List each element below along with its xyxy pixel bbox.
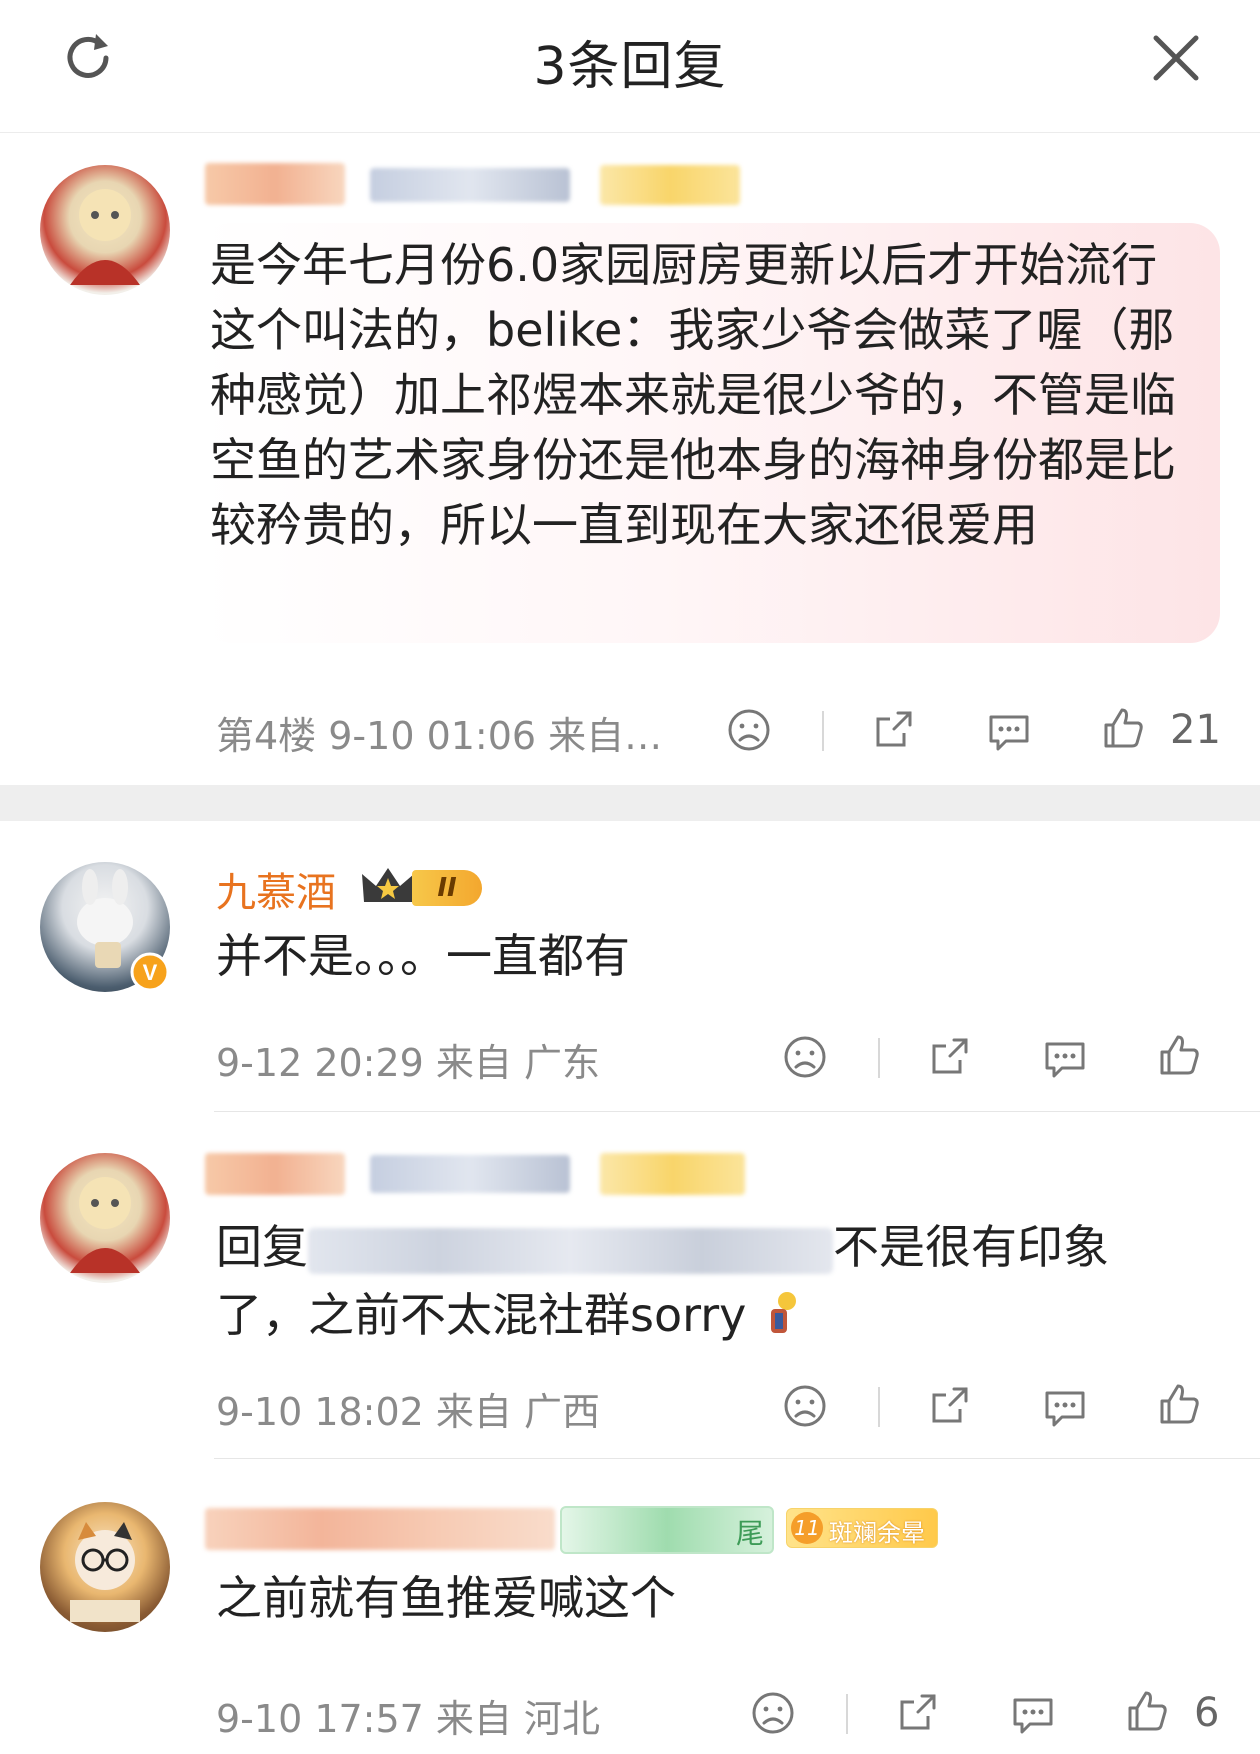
username-blurred[interactable] — [205, 163, 345, 205]
thumbs-up-icon[interactable] — [1156, 1032, 1202, 1078]
comment-meta: 第4楼 9-10 01:06 来自… — [216, 714, 663, 758]
divider — [214, 1458, 1260, 1459]
level-badge: 11 斑斓余晕 — [786, 1508, 938, 1548]
comment-icon[interactable] — [1042, 1385, 1088, 1431]
reply-text: 之前就有鱼推爱喊这个 — [216, 1571, 676, 1625]
reply-prefix: 回复 — [216, 1220, 308, 1274]
separator — [878, 1038, 880, 1078]
svg-text:V: V — [143, 960, 158, 985]
separator — [846, 1694, 848, 1734]
badge-blurred — [600, 1153, 745, 1195]
username-blurred[interactable] — [205, 1508, 555, 1550]
list-item: 回复 不是很有印象了，之前不太混社群sorry 9-10 18:02 来自 广西 — [0, 1113, 1260, 1459]
reply-meta: 9-12 20:29 来自 广东 — [216, 1041, 600, 1085]
emoji-icon — [770, 1292, 796, 1333]
sad-face-icon[interactable] — [726, 707, 772, 753]
username[interactable]: 九慕酒 — [216, 860, 336, 918]
sad-face-icon[interactable] — [750, 1690, 796, 1736]
badge-blurred — [370, 1155, 570, 1193]
comment-icon[interactable] — [1010, 1692, 1056, 1738]
mention-blurred[interactable] — [308, 1227, 833, 1274]
fan-badge-suffix: 尾 — [735, 1517, 764, 1550]
level-badge-label: 斑斓余晕 — [829, 1519, 925, 1547]
comment-text: 是今年七月份6.0家园厨房更新以后才开始流行这个叫法的，belike：我家少爷会… — [210, 238, 1176, 552]
divider — [214, 1111, 1260, 1112]
level-badge: II — [412, 870, 482, 906]
reply-meta: 9-10 17:57 来自 河北 — [216, 1697, 600, 1741]
share-icon[interactable] — [926, 1034, 972, 1080]
crown-icon — [362, 868, 414, 902]
avatar[interactable] — [40, 1502, 170, 1632]
separator — [822, 711, 824, 751]
like-count: 21 — [1170, 707, 1221, 753]
reply-text: 并不是。。。一直都有 — [216, 929, 630, 983]
top-bar: 3条回复 — [0, 0, 1260, 133]
comment-icon[interactable] — [1042, 1036, 1088, 1082]
avatar[interactable] — [40, 1153, 170, 1283]
thumbs-up-icon[interactable] — [1124, 1688, 1170, 1734]
share-icon[interactable] — [894, 1690, 940, 1736]
section-gap — [0, 785, 1260, 821]
share-icon[interactable] — [870, 707, 916, 753]
fan-badge: 尾 — [560, 1506, 774, 1554]
level-number: 11 — [791, 1512, 823, 1544]
badge-blurred — [600, 165, 740, 205]
like-count: 6 — [1194, 1690, 1220, 1736]
badge-blurred — [370, 168, 570, 202]
list-item: 尾 11 斑斓余晕 之前就有鱼推爱喊这个 9-10 17:57 来自 河北 6 — [0, 1460, 1260, 1754]
thumbs-up-icon[interactable] — [1100, 705, 1146, 751]
close-icon[interactable] — [1148, 30, 1204, 86]
reply-meta: 9-10 18:02 来自 广西 — [216, 1390, 600, 1434]
main-comment: 是今年七月份6.0家园厨房更新以后才开始流行这个叫法的，belike：我家少爷会… — [0, 133, 1260, 783]
username-blurred[interactable] — [205, 1153, 345, 1195]
sad-face-icon[interactable] — [782, 1034, 828, 1080]
thumbs-up-icon[interactable] — [1156, 1381, 1202, 1427]
reply-text: 回复 不是很有印象了，之前不太混社群sorry — [216, 1213, 1176, 1349]
page-title: 3条回复 — [533, 37, 727, 97]
list-item: V 九慕酒 II 并不是。。。一直都有 9-12 20:29 来自 广东 — [0, 822, 1260, 1112]
verified-icon: V — [130, 952, 170, 992]
avatar[interactable] — [40, 165, 170, 295]
comment-icon[interactable] — [986, 709, 1032, 755]
separator — [878, 1387, 880, 1427]
share-icon[interactable] — [926, 1383, 972, 1429]
sad-face-icon[interactable] — [782, 1383, 828, 1429]
